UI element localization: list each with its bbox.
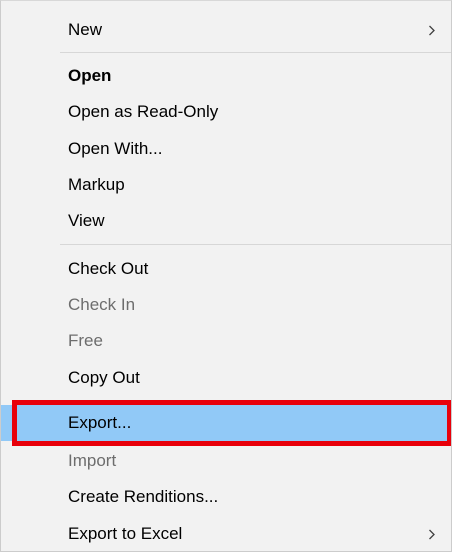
menu-item-label: Open as Read-Only [68, 102, 219, 121]
menu-item-check-out[interactable]: Check Out [1, 251, 451, 287]
chevron-right-icon [425, 12, 439, 48]
menu-item-label: Open [68, 66, 112, 85]
menu-item-open-read-only[interactable]: Open as Read-Only [1, 94, 451, 130]
menu-item-label: Export to Excel [68, 524, 183, 543]
menu-item-label: Copy Out [68, 368, 140, 387]
menu-item-open[interactable]: Open [1, 58, 451, 94]
menu-item-export-to-excel[interactable]: Export to Excel [1, 516, 451, 552]
menu-separator [60, 244, 451, 245]
menu-item-copy-out[interactable]: Copy Out [1, 360, 451, 396]
menu-item-label: View [68, 211, 105, 230]
menu-item-markup[interactable]: Markup [1, 167, 451, 203]
menu-item-label: Check Out [68, 259, 149, 278]
chevron-right-icon [425, 516, 439, 552]
menu-item-free[interactable]: Free [1, 323, 451, 359]
menu-item-check-in[interactable]: Check In [1, 287, 451, 323]
menu-item-create-renditions[interactable]: Create Renditions... [1, 479, 451, 515]
menu-item-label: Markup [68, 175, 125, 194]
menu-item-label: Import [68, 451, 117, 470]
menu-item-label: Create Renditions... [68, 487, 219, 506]
context-menu: New Open Open as Read-Only Open With... … [0, 0, 452, 552]
menu-item-label: Free [68, 331, 103, 350]
menu-separator [60, 400, 451, 401]
menu-item-import[interactable]: Import [1, 443, 451, 479]
menu-item-export[interactable]: Export... [1, 405, 451, 441]
menu-separator [60, 52, 451, 53]
menu-item-new[interactable]: New [1, 12, 451, 48]
menu-item-label: Export... [68, 413, 132, 432]
menu-item-label: Open With... [68, 139, 163, 158]
menu-item-open-with[interactable]: Open With... [1, 131, 451, 167]
menu-item-view[interactable]: View [1, 203, 451, 239]
menu-item-label: New [68, 20, 103, 39]
menu-item-label: Check In [68, 295, 136, 314]
